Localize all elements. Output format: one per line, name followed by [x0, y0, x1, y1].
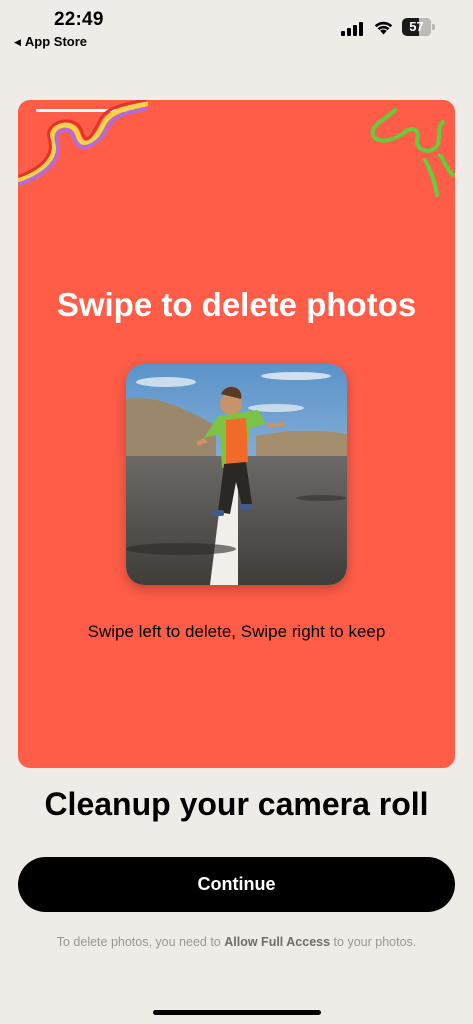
rainbow-squiggle-decoration: [18, 100, 148, 186]
battery-percent: 57: [409, 19, 424, 34]
cellular-signal-icon: [341, 22, 363, 36]
back-to-app-store-link[interactable]: ◀ App Store: [14, 34, 87, 49]
child-jumping-on-road-photo-icon: [126, 364, 347, 585]
continue-button[interactable]: Continue: [18, 857, 455, 912]
battery-icon: 57: [402, 18, 436, 36]
onboarding-card: Swipe to delete photos Swipe left to del…: [18, 100, 455, 768]
permission-note: To delete photos, you need to Allow Full…: [0, 935, 473, 949]
permission-note-emphasis: Allow Full Access: [224, 935, 331, 949]
card-title: Swipe to delete photos: [56, 286, 417, 323]
permission-note-suffix: to your photos.: [330, 935, 417, 949]
green-scribble-decoration: [370, 108, 455, 197]
clock: 22:49: [54, 9, 104, 30]
back-arrow-icon: ◀: [14, 37, 21, 47]
swipe-hint-text: Swipe left to delete, Swipe right to kee…: [87, 622, 386, 641]
wifi-icon: [374, 21, 393, 35]
status-bar: 22:49 ◀ App Store 57: [0, 0, 473, 56]
sample-photo: [126, 364, 347, 585]
permission-note-prefix: To delete photos, you need to: [56, 935, 225, 949]
headline: Cleanup your camera roll: [44, 786, 429, 822]
home-indicator[interactable]: [153, 1010, 321, 1015]
back-app-label: App Store: [24, 34, 88, 49]
